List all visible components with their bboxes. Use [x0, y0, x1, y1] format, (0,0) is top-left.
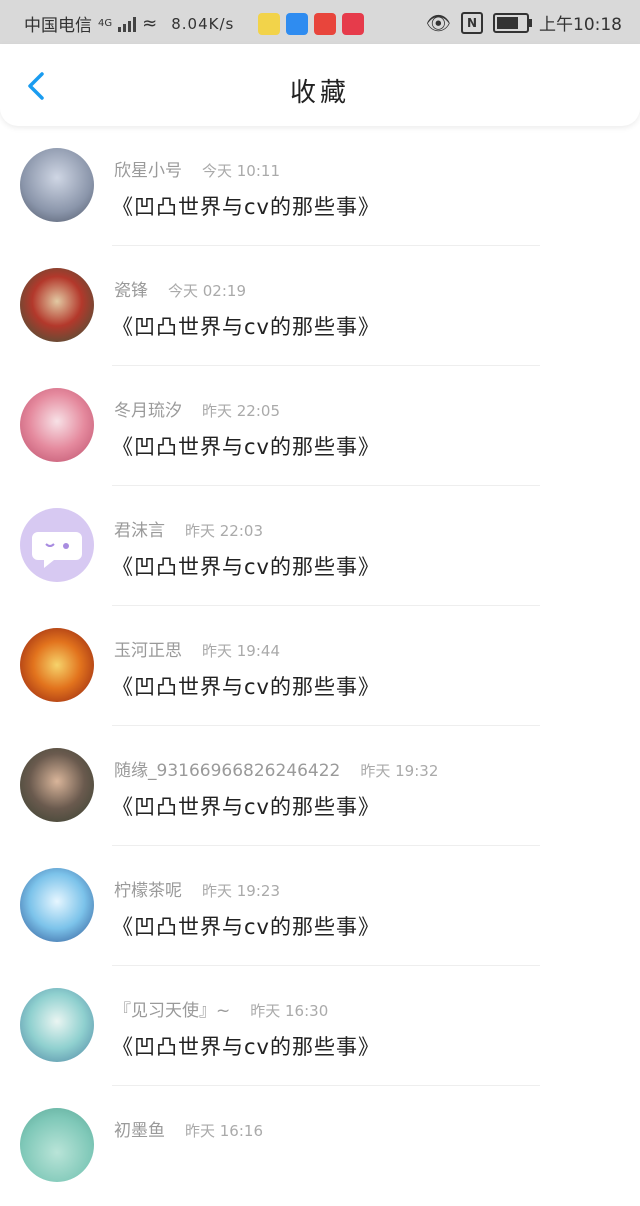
- user-name: 『见习天使』~: [114, 1001, 231, 1021]
- network-label: 4G: [98, 18, 113, 29]
- item-meta: 君沫言 昨天 22:03: [114, 516, 263, 541]
- user-name: 初墨鱼: [114, 1121, 165, 1141]
- item-message: 《凹凸世界与cv的那些事》: [112, 315, 380, 339]
- item-time: 昨天 16:30: [250, 1002, 329, 1020]
- avatar: [20, 388, 94, 462]
- list-item[interactable]: 初墨鱼 昨天 16:16: [0, 1086, 640, 1206]
- item-message: 《凹凸世界与cv的那些事》: [112, 555, 380, 579]
- item-time: 昨天 22:03: [185, 522, 263, 540]
- item-meta: 初墨鱼 昨天 16:16: [114, 1116, 263, 1141]
- avatar: [20, 628, 94, 702]
- item-time: 昨天 19:44: [202, 642, 280, 660]
- user-name: 欣星小号: [114, 161, 182, 181]
- list-item[interactable]: 柠檬茶呢 昨天 19:23 《凹凸世界与cv的那些事》: [0, 846, 640, 966]
- status-right: 👁 N 上午10:18: [425, 10, 622, 36]
- red-app-notification-icon: [342, 12, 365, 35]
- list-item[interactable]: 随缘_93166966826246422 昨天 19:32 《凹凸世界与cv的那些…: [0, 726, 640, 846]
- user-name: 随缘_93166966826246422: [114, 761, 341, 781]
- item-message: 《凹凸世界与cv的那些事》: [112, 195, 380, 219]
- battery-fill: [497, 16, 518, 29]
- item-time: 今天 02:19: [168, 282, 246, 300]
- item-time: 昨天 22:05: [202, 402, 280, 420]
- list-item[interactable]: 欣星小号 今天 10:11 《凹凸世界与cv的那些事》: [0, 126, 640, 246]
- item-message: 《凹凸世界与cv的那些事》: [112, 435, 380, 459]
- item-message: 《凹凸世界与cv的那些事》: [112, 675, 380, 699]
- item-message: 《凹凸世界与cv的那些事》: [112, 915, 380, 939]
- browser-notification-icon: [286, 12, 309, 35]
- notification-icons: [258, 12, 365, 35]
- wifi-icon: ≈: [142, 13, 158, 34]
- avatar: [20, 748, 94, 822]
- page-title: 收藏: [289, 78, 350, 108]
- item-time: 今天 10:11: [202, 162, 280, 180]
- status-bar: 中国电信 4G ≈ 8.04K/s 👁 N 上午10:18: [0, 0, 640, 44]
- avatar: [20, 268, 94, 342]
- network-speed: 8.04K/s: [171, 14, 235, 33]
- user-name: 君沫言: [114, 521, 165, 541]
- item-meta: 柠檬茶呢 昨天 19:23: [114, 876, 280, 901]
- item-meta: 随缘_93166966826246422 昨天 19:32: [114, 756, 438, 781]
- eye-comfort-icon: 👁: [425, 10, 451, 35]
- avatar: [20, 148, 94, 222]
- item-meta: 瓷锋 今天 02:19: [114, 276, 246, 301]
- status-left: 中国电信 4G ≈ 8.04K/s: [24, 11, 365, 36]
- store-notification-icon: [314, 12, 337, 35]
- item-message: 《凹凸世界与cv的那些事》: [112, 795, 380, 819]
- user-name: 柠檬茶呢: [114, 881, 182, 901]
- user-name: 冬月琉汐: [114, 401, 182, 421]
- carrier-label: 中国电信: [24, 16, 92, 36]
- list-item[interactable]: 君沫言 昨天 22:03 《凹凸世界与cv的那些事》: [0, 486, 640, 606]
- avatar: [20, 988, 94, 1062]
- battery-icon: [493, 12, 532, 33]
- user-name: 瓷锋: [114, 281, 148, 301]
- item-meta: 欣星小号 今天 10:11: [114, 156, 280, 181]
- item-time: 昨天 16:16: [185, 1122, 263, 1140]
- clock: 上午10:18: [539, 15, 622, 35]
- favorites-list: 欣星小号 今天 10:11 《凹凸世界与cv的那些事》 瓷锋 今天 02:19 《凹…: [0, 126, 640, 1206]
- item-meta: 『见习天使』~ 昨天 16:30: [114, 996, 328, 1021]
- signal-icon: [118, 16, 137, 32]
- item-message: 《凹凸世界与cv的那些事》: [112, 1035, 380, 1059]
- list-item[interactable]: 玉河正思 昨天 19:44 《凹凸世界与cv的那些事》: [0, 606, 640, 726]
- item-meta: 玉河正思 昨天 19:44: [114, 636, 280, 661]
- app-header: 收藏: [0, 44, 640, 126]
- avatar: [20, 508, 94, 582]
- app-notification-icon: [258, 12, 281, 35]
- avatar: [20, 1108, 94, 1182]
- list-item[interactable]: 『见习天使』~ 昨天 16:30 《凹凸世界与cv的那些事》: [0, 966, 640, 1086]
- item-time: 昨天 19:32: [360, 762, 439, 780]
- avatar: [20, 868, 94, 942]
- list-item[interactable]: 冬月琉汐 昨天 22:05 《凹凸世界与cv的那些事》: [0, 366, 640, 486]
- user-name: 玉河正思: [114, 641, 182, 661]
- list-item[interactable]: 瓷锋 今天 02:19 《凹凸世界与cv的那些事》: [0, 246, 640, 366]
- nfc-icon: N: [461, 11, 483, 34]
- item-time: 昨天 19:23: [202, 882, 280, 900]
- item-meta: 冬月琉汐 昨天 22:05: [114, 396, 280, 421]
- default-chat-avatar-icon: [32, 532, 82, 568]
